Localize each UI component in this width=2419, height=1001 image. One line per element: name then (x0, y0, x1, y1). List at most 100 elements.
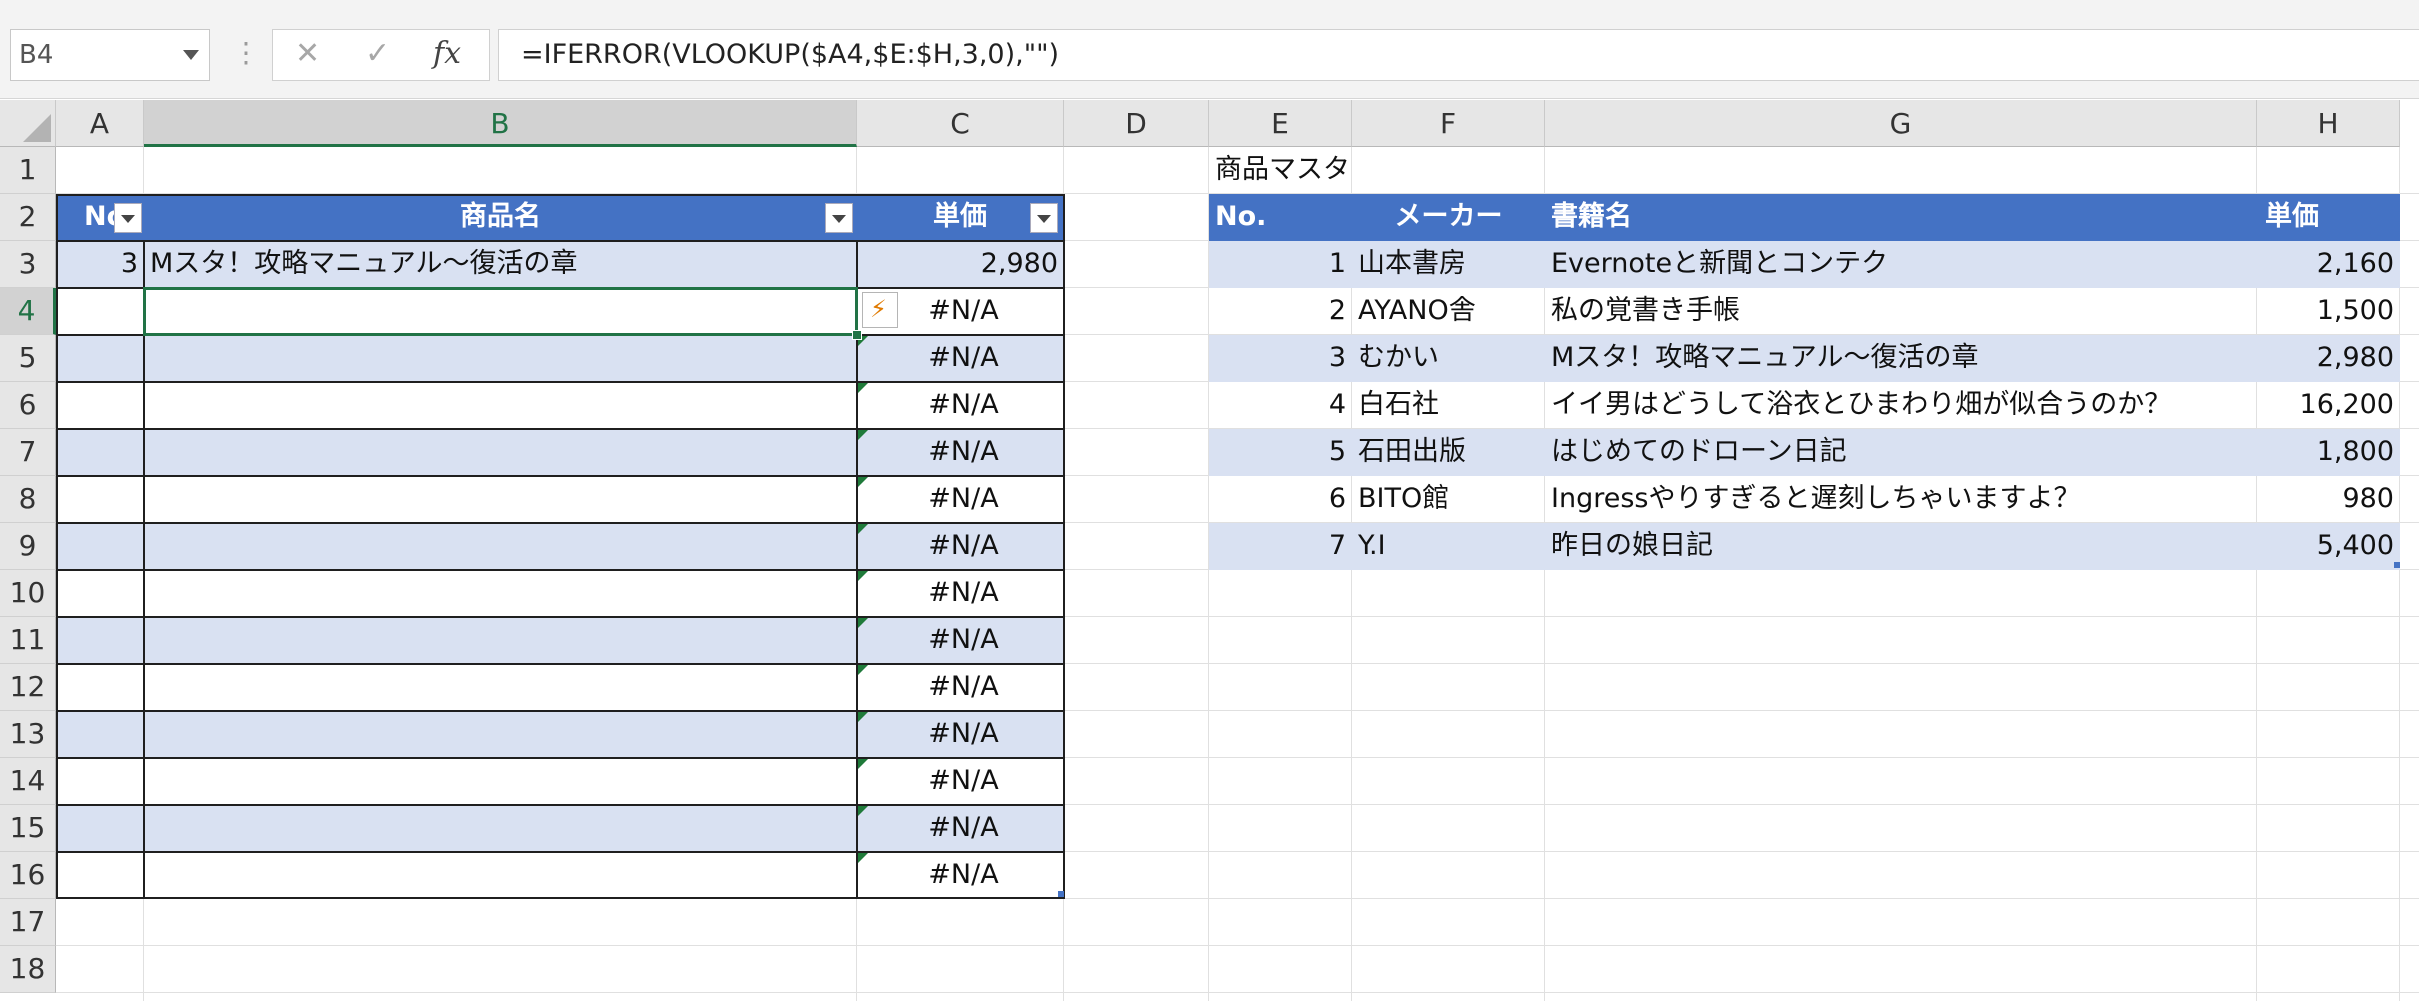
master-price[interactable]: 1,800 (2257, 429, 2400, 476)
row-header-15[interactable]: 15 (0, 805, 56, 852)
active-cell-b4[interactable] (143, 287, 858, 336)
row-header-9[interactable]: 9 (0, 523, 56, 570)
filter-dropdown-icon[interactable] (114, 203, 142, 233)
table-header-master-price[interactable]: 単価 (2257, 194, 2400, 241)
cell-c10-error[interactable]: #N/A (863, 570, 1064, 617)
cell-c12-error[interactable]: #N/A (863, 664, 1064, 711)
row-header-10[interactable]: 10 (0, 570, 56, 617)
column-header-c[interactable]: C (857, 100, 1064, 147)
cell-c9-error[interactable]: #N/A (863, 523, 1064, 570)
cell-c3[interactable]: 2,980 (857, 241, 1064, 288)
table-header-book-title[interactable]: 書籍名 (1545, 194, 2257, 241)
formula-input[interactable]: =IFERROR(VLOOKUP($A4,$E:$H,3,0),"") (498, 29, 2419, 81)
master-no[interactable]: 7 (1209, 523, 1352, 570)
error-indicator-icon (858, 712, 868, 722)
row-header-2[interactable]: 2 (0, 194, 56, 241)
master-no[interactable]: 2 (1209, 288, 1352, 335)
master-no[interactable]: 4 (1209, 382, 1352, 429)
row-header-1[interactable]: 1 (0, 147, 56, 194)
master-maker[interactable]: 白石社 (1352, 382, 1545, 429)
master-maker[interactable]: BITO館 (1352, 476, 1545, 523)
row-header-14[interactable]: 14 (0, 758, 56, 805)
master-price[interactable]: 2,980 (2257, 335, 2400, 382)
master-no[interactable]: 3 (1209, 335, 1352, 382)
select-all-corner[interactable] (0, 100, 56, 147)
cell-c14-error[interactable]: #N/A (863, 758, 1064, 805)
row-header-4[interactable]: 4 (0, 288, 56, 335)
row-header-18[interactable]: 18 (0, 946, 56, 993)
fill-handle[interactable] (852, 330, 862, 340)
master-book-title[interactable]: Evernoteと新聞とコンテク (1545, 241, 2257, 288)
master-no[interactable]: 1 (1209, 241, 1352, 288)
cell-c15-error[interactable]: #N/A (863, 805, 1064, 852)
master-book-title[interactable]: Ingressやりすぎると遅刻しちゃいますよ？ (1545, 476, 2257, 523)
row-header-17[interactable]: 17 (0, 899, 56, 946)
spreadsheet-grid[interactable]: A B C D E F G H 1 2 3 4 5 6 7 8 9 10 11 12 13 14 15 16 17 18 No 商品名… (0, 100, 2419, 1001)
table-row-divider (56, 616, 1064, 618)
table-row-divider (56, 428, 1064, 430)
master-price[interactable]: 980 (2257, 476, 2400, 523)
row-header-5[interactable]: 5 (0, 335, 56, 382)
cell-a3[interactable]: 3 (56, 241, 144, 288)
error-options-icon[interactable]: ⚡ (862, 292, 898, 328)
master-book-title[interactable]: Mスタ！攻略マニュアル〜復活の章 (1545, 335, 2257, 382)
master-maker[interactable]: むかい (1352, 335, 1545, 382)
master-maker[interactable]: Y.I (1352, 523, 1545, 570)
table-resize-handle[interactable] (1058, 891, 1064, 897)
master-price[interactable]: 16,200 (2257, 382, 2400, 429)
table-header-master-no[interactable]: No. (1209, 194, 1352, 241)
column-header-d[interactable]: D (1064, 100, 1209, 147)
filter-dropdown-icon[interactable] (825, 203, 853, 233)
cell-c13-error[interactable]: #N/A (863, 711, 1064, 758)
cell-c11-error[interactable]: #N/A (863, 617, 1064, 664)
row-header-6[interactable]: 6 (0, 382, 56, 429)
master-book-title[interactable]: イイ男はどうして浴衣とひまわり畑が似合うのか？ (1545, 382, 2257, 429)
master-maker[interactable]: 山本書房 (1352, 241, 1545, 288)
chevron-down-icon[interactable] (183, 50, 199, 60)
cell-c16-error[interactable]: #N/A (863, 852, 1064, 899)
row-header-13[interactable]: 13 (0, 711, 56, 758)
row-header-11[interactable]: 11 (0, 617, 56, 664)
column-header-f[interactable]: F (1352, 100, 1545, 147)
error-indicator-icon (858, 524, 868, 534)
column-header-g[interactable]: G (1545, 100, 2257, 147)
table-row-divider (56, 522, 1064, 524)
column-header-e[interactable]: E (1209, 100, 1352, 147)
error-indicator-icon (858, 477, 868, 487)
filter-dropdown-icon[interactable] (1030, 203, 1058, 233)
cell-b3[interactable]: Mスタ！攻略マニュアル〜復活の章 (144, 241, 857, 288)
master-price[interactable]: 1,500 (2257, 288, 2400, 335)
master-price[interactable]: 5,400 (2257, 523, 2400, 570)
table-header-product-name[interactable]: 商品名 (144, 194, 857, 241)
master-maker[interactable]: AYANO舎 (1352, 288, 1545, 335)
row-header-12[interactable]: 12 (0, 664, 56, 711)
row-header-7[interactable]: 7 (0, 429, 56, 476)
table-row-divider (56, 663, 1064, 665)
more-options-icon[interactable]: ⋮ (232, 36, 260, 69)
table-resize-handle[interactable] (2394, 562, 2400, 568)
column-header-b[interactable]: B (144, 100, 857, 147)
master-no[interactable]: 5 (1209, 429, 1352, 476)
master-book-title[interactable]: はじめてのドローン日記 (1545, 429, 2257, 476)
cell-c8-error[interactable]: #N/A (863, 476, 1064, 523)
name-box[interactable]: B4 (10, 29, 210, 81)
cancel-icon[interactable]: ✕ (295, 36, 320, 71)
row-header-8[interactable]: 8 (0, 476, 56, 523)
cell-c6-error[interactable]: #N/A (863, 382, 1064, 429)
table-header-maker[interactable]: メーカー (1352, 194, 1545, 241)
master-price[interactable]: 2,160 (2257, 241, 2400, 288)
cell-c5-error[interactable]: #N/A (863, 335, 1064, 382)
row-header-3[interactable]: 3 (0, 241, 56, 288)
master-book-title[interactable]: 私の覚書き手帳 (1545, 288, 2257, 335)
column-header-h[interactable]: H (2257, 100, 2400, 147)
master-title: 商品マスタ (1215, 154, 1350, 185)
master-book-title[interactable]: 昨日の娘日記 (1545, 523, 2257, 570)
error-indicator-icon (858, 759, 868, 769)
insert-function-icon[interactable]: fx (433, 36, 461, 71)
master-maker[interactable]: 石田出版 (1352, 429, 1545, 476)
cell-c7-error[interactable]: #N/A (863, 429, 1064, 476)
enter-icon[interactable]: ✓ (365, 36, 390, 71)
row-header-16[interactable]: 16 (0, 852, 56, 899)
master-no[interactable]: 6 (1209, 476, 1352, 523)
column-header-a[interactable]: A (56, 100, 144, 147)
